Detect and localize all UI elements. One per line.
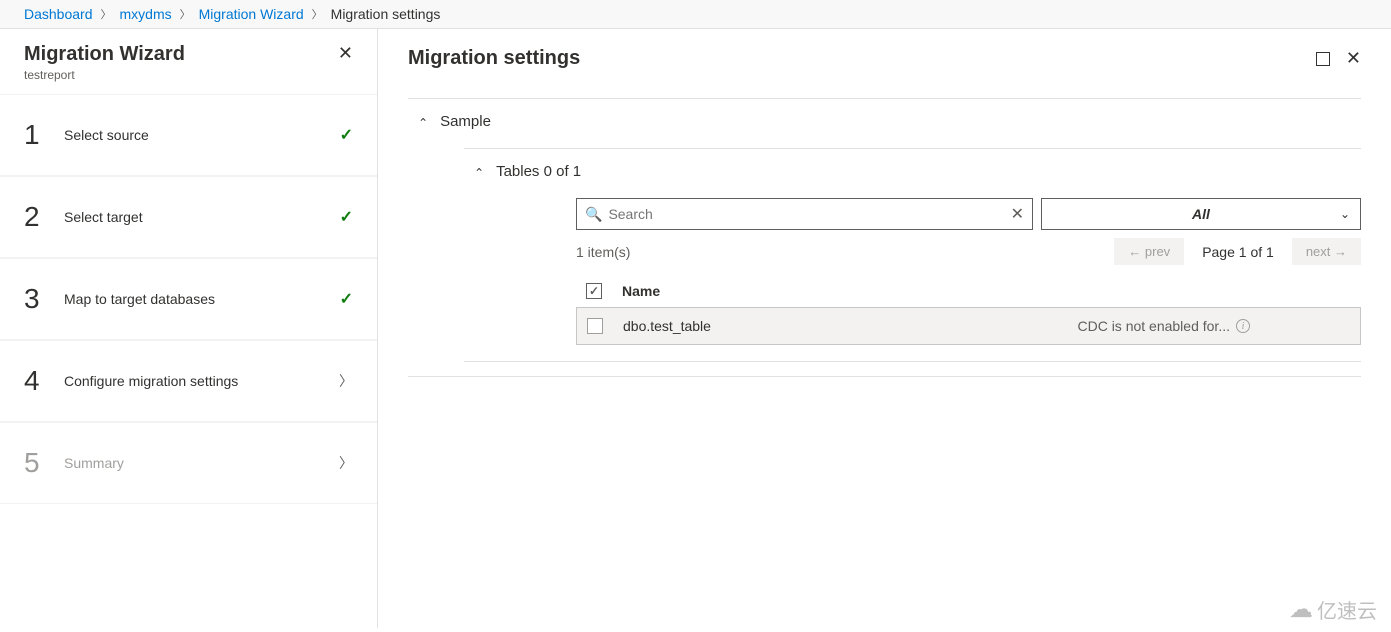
filter-dropdown[interactable]: All ⌄ (1041, 198, 1361, 230)
step-label: Summary (64, 455, 339, 471)
search-input[interactable] (608, 206, 1010, 222)
page-indicator: Page 1 of 1 (1202, 244, 1274, 260)
section-sample: ⌄ Sample ⌄ Tables 0 of 1 🔍 ✕ (408, 98, 1361, 377)
chevron-down-icon: ⌄ (1340, 207, 1350, 221)
item-count: 1 item(s) (576, 244, 630, 260)
close-icon[interactable]: ✕ (1346, 48, 1361, 69)
chevron-right-icon: 〉 (101, 6, 112, 22)
wizard-step-4[interactable]: 4 Configure migration settings 〉 (0, 340, 377, 422)
breadcrumb-link-mxydms[interactable]: mxydms (120, 6, 172, 22)
step-number: 3 (24, 283, 54, 315)
row-name: dbo.test_table (623, 318, 1077, 334)
step-label: Select target (64, 209, 340, 225)
clear-icon[interactable]: ✕ (1011, 204, 1024, 224)
row-checkbox[interactable] (587, 318, 603, 334)
chevron-right-icon: 〉 (312, 6, 323, 22)
info-icon[interactable]: i (1236, 319, 1250, 333)
prev-button[interactable]: ← prev (1114, 238, 1184, 265)
wizard-step-5[interactable]: 5 Summary 〉 (0, 422, 377, 504)
table-row[interactable]: dbo.test_table CDC is not enabled for...… (576, 307, 1361, 345)
step-number: 4 (24, 365, 54, 397)
step-label: Configure migration settings (64, 373, 339, 389)
breadcrumb-link-wizard[interactable]: Migration Wizard (199, 6, 304, 22)
chevron-up-icon: ⌄ (418, 115, 428, 129)
checkmark-icon: ✓ (340, 207, 353, 227)
chevron-right-icon: 〉 (180, 6, 191, 22)
column-header-name: Name (622, 283, 1351, 299)
section-toggle-sample[interactable]: ⌄ Sample (408, 113, 1361, 130)
sidebar-subtitle: testreport (24, 68, 185, 82)
close-icon[interactable]: ✕ (338, 43, 353, 64)
table-header: Name (576, 275, 1361, 307)
watermark: ☁ 亿速云 (1289, 595, 1377, 624)
chevron-right-icon: 〉 (339, 453, 353, 473)
step-number: 1 (24, 119, 54, 151)
select-all-checkbox[interactable] (586, 283, 602, 299)
breadcrumb-link-dashboard[interactable]: Dashboard (24, 6, 93, 22)
cloud-icon: ☁ (1289, 595, 1313, 624)
main-content: Migration settings ✕ ⌄ Sample ⌄ Tables 0… (378, 29, 1391, 628)
step-label: Map to target databases (64, 291, 340, 307)
search-icon: 🔍 (585, 206, 602, 223)
wizard-sidebar: Migration Wizard testreport ✕ 1 Select s… (0, 29, 378, 628)
step-number: 5 (24, 447, 54, 479)
step-number: 2 (24, 201, 54, 233)
page-title: Migration settings (408, 47, 580, 70)
subsection-tables: ⌄ Tables 0 of 1 🔍 ✕ All ⌄ (464, 148, 1361, 345)
maximize-icon[interactable] (1316, 52, 1330, 66)
filter-value: All (1192, 206, 1210, 222)
next-button[interactable]: next → (1292, 238, 1361, 265)
chevron-up-icon: ⌄ (474, 165, 484, 179)
breadcrumb-current: Migration settings (331, 6, 441, 22)
wizard-step-1[interactable]: 1 Select source ✓ (0, 94, 377, 176)
row-status: CDC is not enabled for... i (1077, 318, 1250, 334)
breadcrumb: Dashboard 〉 mxydms 〉 Migration Wizard 〉 … (0, 0, 1391, 29)
subsection-label: Tables 0 of 1 (496, 163, 581, 180)
wizard-step-2[interactable]: 2 Select target ✓ (0, 176, 377, 258)
wizard-step-3[interactable]: 3 Map to target databases ✓ (0, 258, 377, 340)
sidebar-title: Migration Wizard (24, 43, 185, 66)
section-label: Sample (440, 113, 491, 130)
search-input-wrapper[interactable]: 🔍 ✕ (576, 198, 1033, 230)
step-label: Select source (64, 127, 340, 143)
chevron-right-icon: 〉 (339, 371, 353, 391)
subsection-toggle-tables[interactable]: ⌄ Tables 0 of 1 (464, 163, 1361, 180)
checkmark-icon: ✓ (340, 289, 353, 309)
checkmark-icon: ✓ (340, 125, 353, 145)
